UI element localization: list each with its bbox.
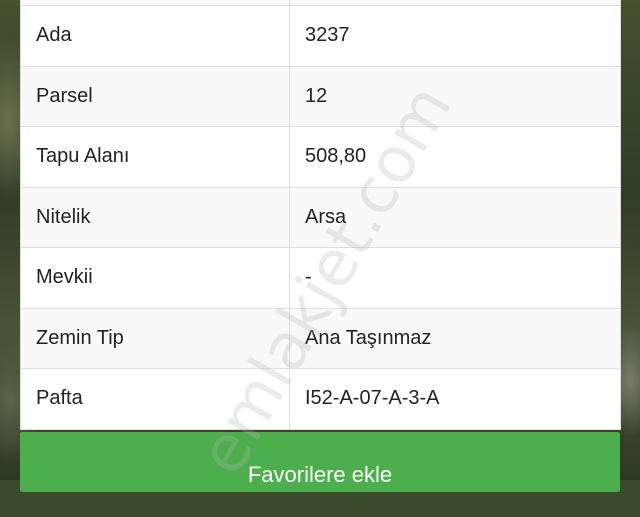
table-row: Pafta I52-A-07-A-3-A (20, 368, 621, 430)
property-details-table: Ada 3237 Parsel 12 Tapu Alanı 508,80 Nit… (20, 0, 621, 430)
table-row: Tapu Alanı 508,80 (20, 126, 621, 188)
detail-label: Mevkii (20, 247, 290, 309)
detail-value: - (289, 247, 621, 309)
table-row: Zemin Tip Ana Taşınmaz (20, 307, 621, 369)
table-row: Nitelik Arsa (20, 186, 621, 248)
detail-label: Nitelik (20, 186, 290, 248)
detail-label: Parsel (20, 65, 290, 127)
detail-label: Pafta (20, 368, 290, 430)
detail-value: 12 (289, 65, 621, 127)
table-row: Parsel 12 (20, 65, 621, 127)
table-row: Ada 3237 (20, 5, 621, 67)
table-row: Mevkii - (20, 247, 621, 309)
detail-value: Arsa (289, 186, 621, 248)
detail-value: 3237 (289, 5, 621, 67)
detail-label: Tapu Alanı (20, 126, 290, 188)
add-to-favorites-button[interactable]: Favorilere ekle (20, 432, 620, 492)
detail-label: Ada (20, 5, 290, 67)
detail-value: Ana Taşınmaz (289, 307, 621, 369)
detail-value: I52-A-07-A-3-A (289, 368, 621, 430)
detail-value: 508,80 (289, 126, 621, 188)
detail-label: Zemin Tip (20, 307, 290, 369)
